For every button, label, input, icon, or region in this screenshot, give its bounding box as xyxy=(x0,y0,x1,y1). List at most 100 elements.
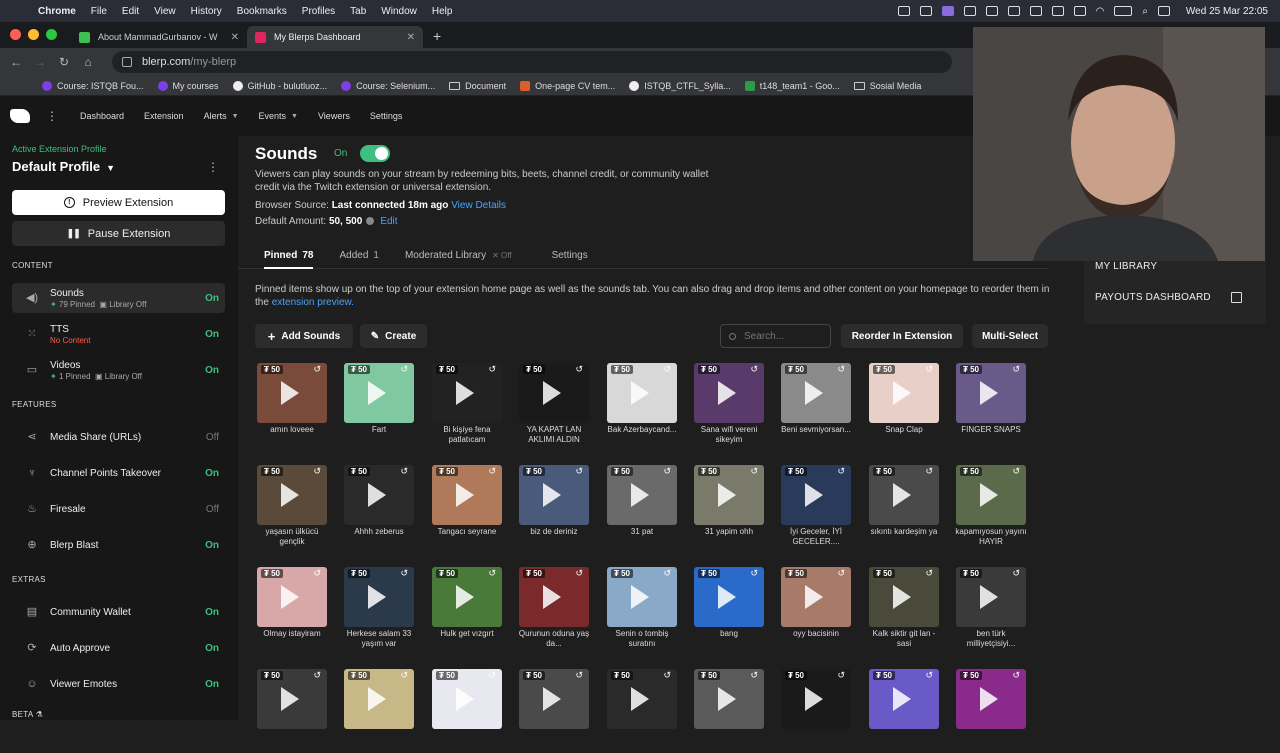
nav-settings[interactable]: Settings xyxy=(370,111,403,121)
reset-price-icon[interactable]: ↺ xyxy=(575,364,583,375)
reset-price-icon[interactable]: ↺ xyxy=(837,466,845,477)
reset-price-icon[interactable]: ↺ xyxy=(400,568,408,579)
close-tab-icon[interactable]: ✕ xyxy=(231,32,239,43)
play-icon[interactable] xyxy=(456,381,474,405)
reload-icon[interactable]: ↻ xyxy=(52,55,76,69)
profile-menu-icon[interactable]: ⋮ xyxy=(207,160,219,174)
sidebar-item-firesale[interactable]: ♨ Firesale Off xyxy=(12,494,225,524)
reset-price-icon[interactable]: ↺ xyxy=(400,670,408,681)
status-icon[interactable] xyxy=(1029,6,1042,16)
sidebar-item-videos[interactable]: ▭ Videos ✦ 1 Pinned ▣ Library Off On xyxy=(12,355,225,385)
reset-price-icon[interactable]: ↺ xyxy=(1012,466,1020,477)
payouts-dashboard-link[interactable]: PAYOUTS DASHBOARD xyxy=(1095,292,1211,303)
sidebar-item-viewer-emotes[interactable]: ☺ Viewer Emotes On xyxy=(12,669,225,699)
menu-file[interactable]: File xyxy=(91,6,107,17)
play-icon[interactable] xyxy=(368,483,386,507)
sound-thumbnail[interactable]: ₮ 50 ↺ xyxy=(694,567,764,627)
sound-thumbnail[interactable]: ₮ 50 ↺ xyxy=(869,567,939,627)
play-icon[interactable] xyxy=(281,687,299,711)
sidebar-item-tts[interactable]: ⁙ TTS No Content On xyxy=(12,319,225,349)
external-link-icon[interactable] xyxy=(1231,292,1242,303)
bookmark-item[interactable]: My courses xyxy=(157,80,219,91)
play-icon[interactable] xyxy=(893,381,911,405)
tab-moderated-library[interactable]: Moderated Library ✕ Off xyxy=(405,245,512,269)
sound-thumbnail[interactable]: ₮ 50 ↺ xyxy=(344,465,414,525)
menu-edit[interactable]: Edit xyxy=(122,6,139,17)
reset-price-icon[interactable]: ↺ xyxy=(313,670,321,681)
sound-thumbnail[interactable]: ₮ 50 ↺ xyxy=(257,669,327,729)
sound-card[interactable]: ₮ 50 ↺ YA KAPAT LAN AKLIMI ALDIN xyxy=(519,363,589,447)
sound-card[interactable]: ₮ 50 ↺ Beni sevmiyorsan... xyxy=(781,363,851,447)
sound-thumbnail[interactable]: ₮ 50 ↺ xyxy=(956,669,1026,729)
play-icon[interactable] xyxy=(980,483,998,507)
sound-thumbnail[interactable]: ₮ 50 ↺ xyxy=(519,567,589,627)
browser-tab[interactable]: About MammadGurbanov - W ✕ xyxy=(71,26,247,48)
sound-thumbnail[interactable]: ₮ 50 ↺ xyxy=(257,465,327,525)
reset-price-icon[interactable]: ↺ xyxy=(663,670,671,681)
sound-thumbnail[interactable]: ₮ 50 ↺ xyxy=(344,669,414,729)
back-arrow-icon[interactable]: ← xyxy=(4,55,28,69)
pause-extension-button[interactable]: ❚❚ Pause Extension xyxy=(12,221,225,246)
sound-thumbnail[interactable]: ₮ 50 ↺ xyxy=(257,363,327,423)
reset-price-icon[interactable]: ↺ xyxy=(575,670,583,681)
play-icon[interactable] xyxy=(805,687,823,711)
preview-extension-button[interactable]: ! Preview Extension xyxy=(12,190,225,215)
sound-thumbnail[interactable]: ₮ 50 ↺ xyxy=(432,465,502,525)
sound-thumbnail[interactable]: ₮ 50 ↺ xyxy=(607,363,677,423)
sound-card[interactable]: ₮ 50 ↺ Tangacı seyrane xyxy=(432,465,502,549)
play-icon[interactable] xyxy=(980,381,998,405)
tab-added[interactable]: Added 1 xyxy=(339,245,378,269)
add-sounds-button[interactable]: + Add Sounds xyxy=(255,324,353,348)
wifi-icon[interactable]: ◠ xyxy=(1096,6,1105,17)
sound-card[interactable]: ₮ 50 ↺ xyxy=(432,669,502,753)
play-icon[interactable] xyxy=(893,483,911,507)
play-icon[interactable] xyxy=(456,585,474,609)
sound-card[interactable]: ₮ 50 ↺ biz de deriniz xyxy=(519,465,589,549)
sound-card[interactable]: ₮ 50 ↺ Kalk siktir git lan - sasi xyxy=(869,567,939,651)
sound-card[interactable]: ₮ 50 ↺ xyxy=(781,669,851,753)
reset-price-icon[interactable]: ↺ xyxy=(925,670,933,681)
play-icon[interactable] xyxy=(805,483,823,507)
sound-card[interactable]: ₮ 50 ↺ Qurunun oduna yaş da... xyxy=(519,567,589,651)
play-icon[interactable] xyxy=(281,381,299,405)
sound-thumbnail[interactable]: ₮ 50 ↺ xyxy=(956,363,1026,423)
sidebar-item-blerp-blast[interactable]: ⊕ Blerp Blast On xyxy=(12,530,225,560)
my-library-link[interactable]: MY LIBRARY xyxy=(1095,261,1157,272)
reset-price-icon[interactable]: ↺ xyxy=(488,670,496,681)
tab-settings[interactable]: Settings xyxy=(552,245,588,269)
reset-price-icon[interactable]: ↺ xyxy=(663,364,671,375)
status-icon[interactable] xyxy=(1051,6,1064,16)
reset-price-icon[interactable]: ↺ xyxy=(575,466,583,477)
sound-card[interactable]: ₮ 50 ↺ xyxy=(519,669,589,753)
reset-price-icon[interactable]: ↺ xyxy=(663,466,671,477)
reset-price-icon[interactable]: ↺ xyxy=(400,364,408,375)
menu-history[interactable]: History xyxy=(191,6,222,17)
reset-price-icon[interactable]: ↺ xyxy=(750,466,758,477)
nav-alerts[interactable]: Alerts ▼ xyxy=(204,111,239,121)
browser-tab-active[interactable]: My Blerps Dashboard ✕ xyxy=(247,26,423,48)
sound-card[interactable]: ₮ 50 ↺ Sana wifi vereni sikeyim xyxy=(694,363,764,447)
bookmark-item[interactable]: Course: Selenium... xyxy=(341,80,435,91)
play-icon[interactable] xyxy=(281,483,299,507)
sound-thumbnail[interactable]: ₮ 50 ↺ xyxy=(694,363,764,423)
close-tab-icon[interactable]: ✕ xyxy=(407,32,415,43)
zoom-window-button[interactable] xyxy=(46,29,57,40)
sound-thumbnail[interactable]: ₮ 50 ↺ xyxy=(519,363,589,423)
menu-app-name[interactable]: Chrome xyxy=(38,6,76,17)
play-icon[interactable] xyxy=(543,585,561,609)
play-icon[interactable] xyxy=(980,687,998,711)
search-input[interactable]: Search... xyxy=(720,324,831,348)
play-icon[interactable] xyxy=(718,585,736,609)
play-icon[interactable] xyxy=(281,585,299,609)
sound-thumbnail[interactable]: ₮ 50 ↺ xyxy=(344,363,414,423)
sound-card[interactable]: ₮ 50 ↺ Hulk get vızgırt xyxy=(432,567,502,651)
sound-card[interactable]: ₮ 50 ↺ Ahhh zeberus xyxy=(344,465,414,549)
bookmark-item[interactable]: t148_team1 - Goo... xyxy=(744,80,840,91)
sound-thumbnail[interactable]: ₮ 50 ↺ xyxy=(607,465,677,525)
reset-price-icon[interactable]: ↺ xyxy=(1012,670,1020,681)
play-icon[interactable] xyxy=(543,687,561,711)
sidebar-item-auto-approve[interactable]: ⟳ Auto Approve On xyxy=(12,633,225,663)
multi-select-button[interactable]: Multi-Select xyxy=(972,324,1048,348)
bookmark-item[interactable]: GitHub - bulutluoz... xyxy=(232,80,327,91)
menu-tab[interactable]: Tab xyxy=(350,6,366,17)
